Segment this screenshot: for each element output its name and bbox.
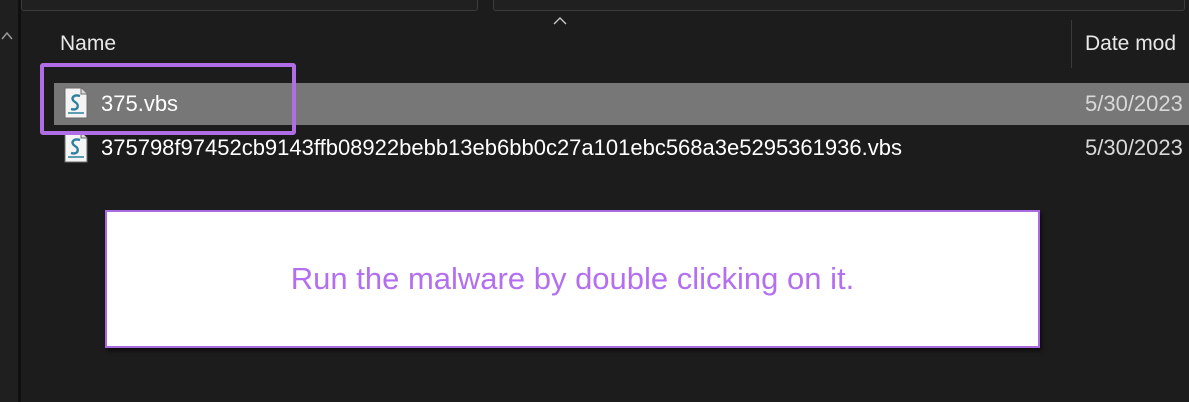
navigation-pane[interactable] (0, 0, 18, 402)
address-bar[interactable] (21, 0, 478, 11)
file-date-modified: 5/30/2023 (1085, 91, 1183, 116)
sort-ascending-icon (553, 17, 567, 25)
file-name: 375798f97452cb9143ffb08922bebb13eb6bb0c2… (101, 135, 902, 160)
instruction-callout: Run the malware by double clicking on it… (105, 210, 1040, 348)
annotation-highlight-box (40, 63, 296, 135)
scroll-up-icon[interactable] (0, 28, 14, 42)
column-divider[interactable] (1071, 20, 1072, 68)
vbs-script-icon (64, 131, 88, 163)
column-header-name[interactable]: Name (60, 32, 116, 56)
column-header-date-modified[interactable]: Date mod (1085, 32, 1176, 56)
callout-text: Run the malware by double clicking on it… (290, 261, 855, 296)
file-date-modified: 5/30/2023 (1085, 135, 1183, 160)
search-box[interactable] (493, 0, 1185, 11)
